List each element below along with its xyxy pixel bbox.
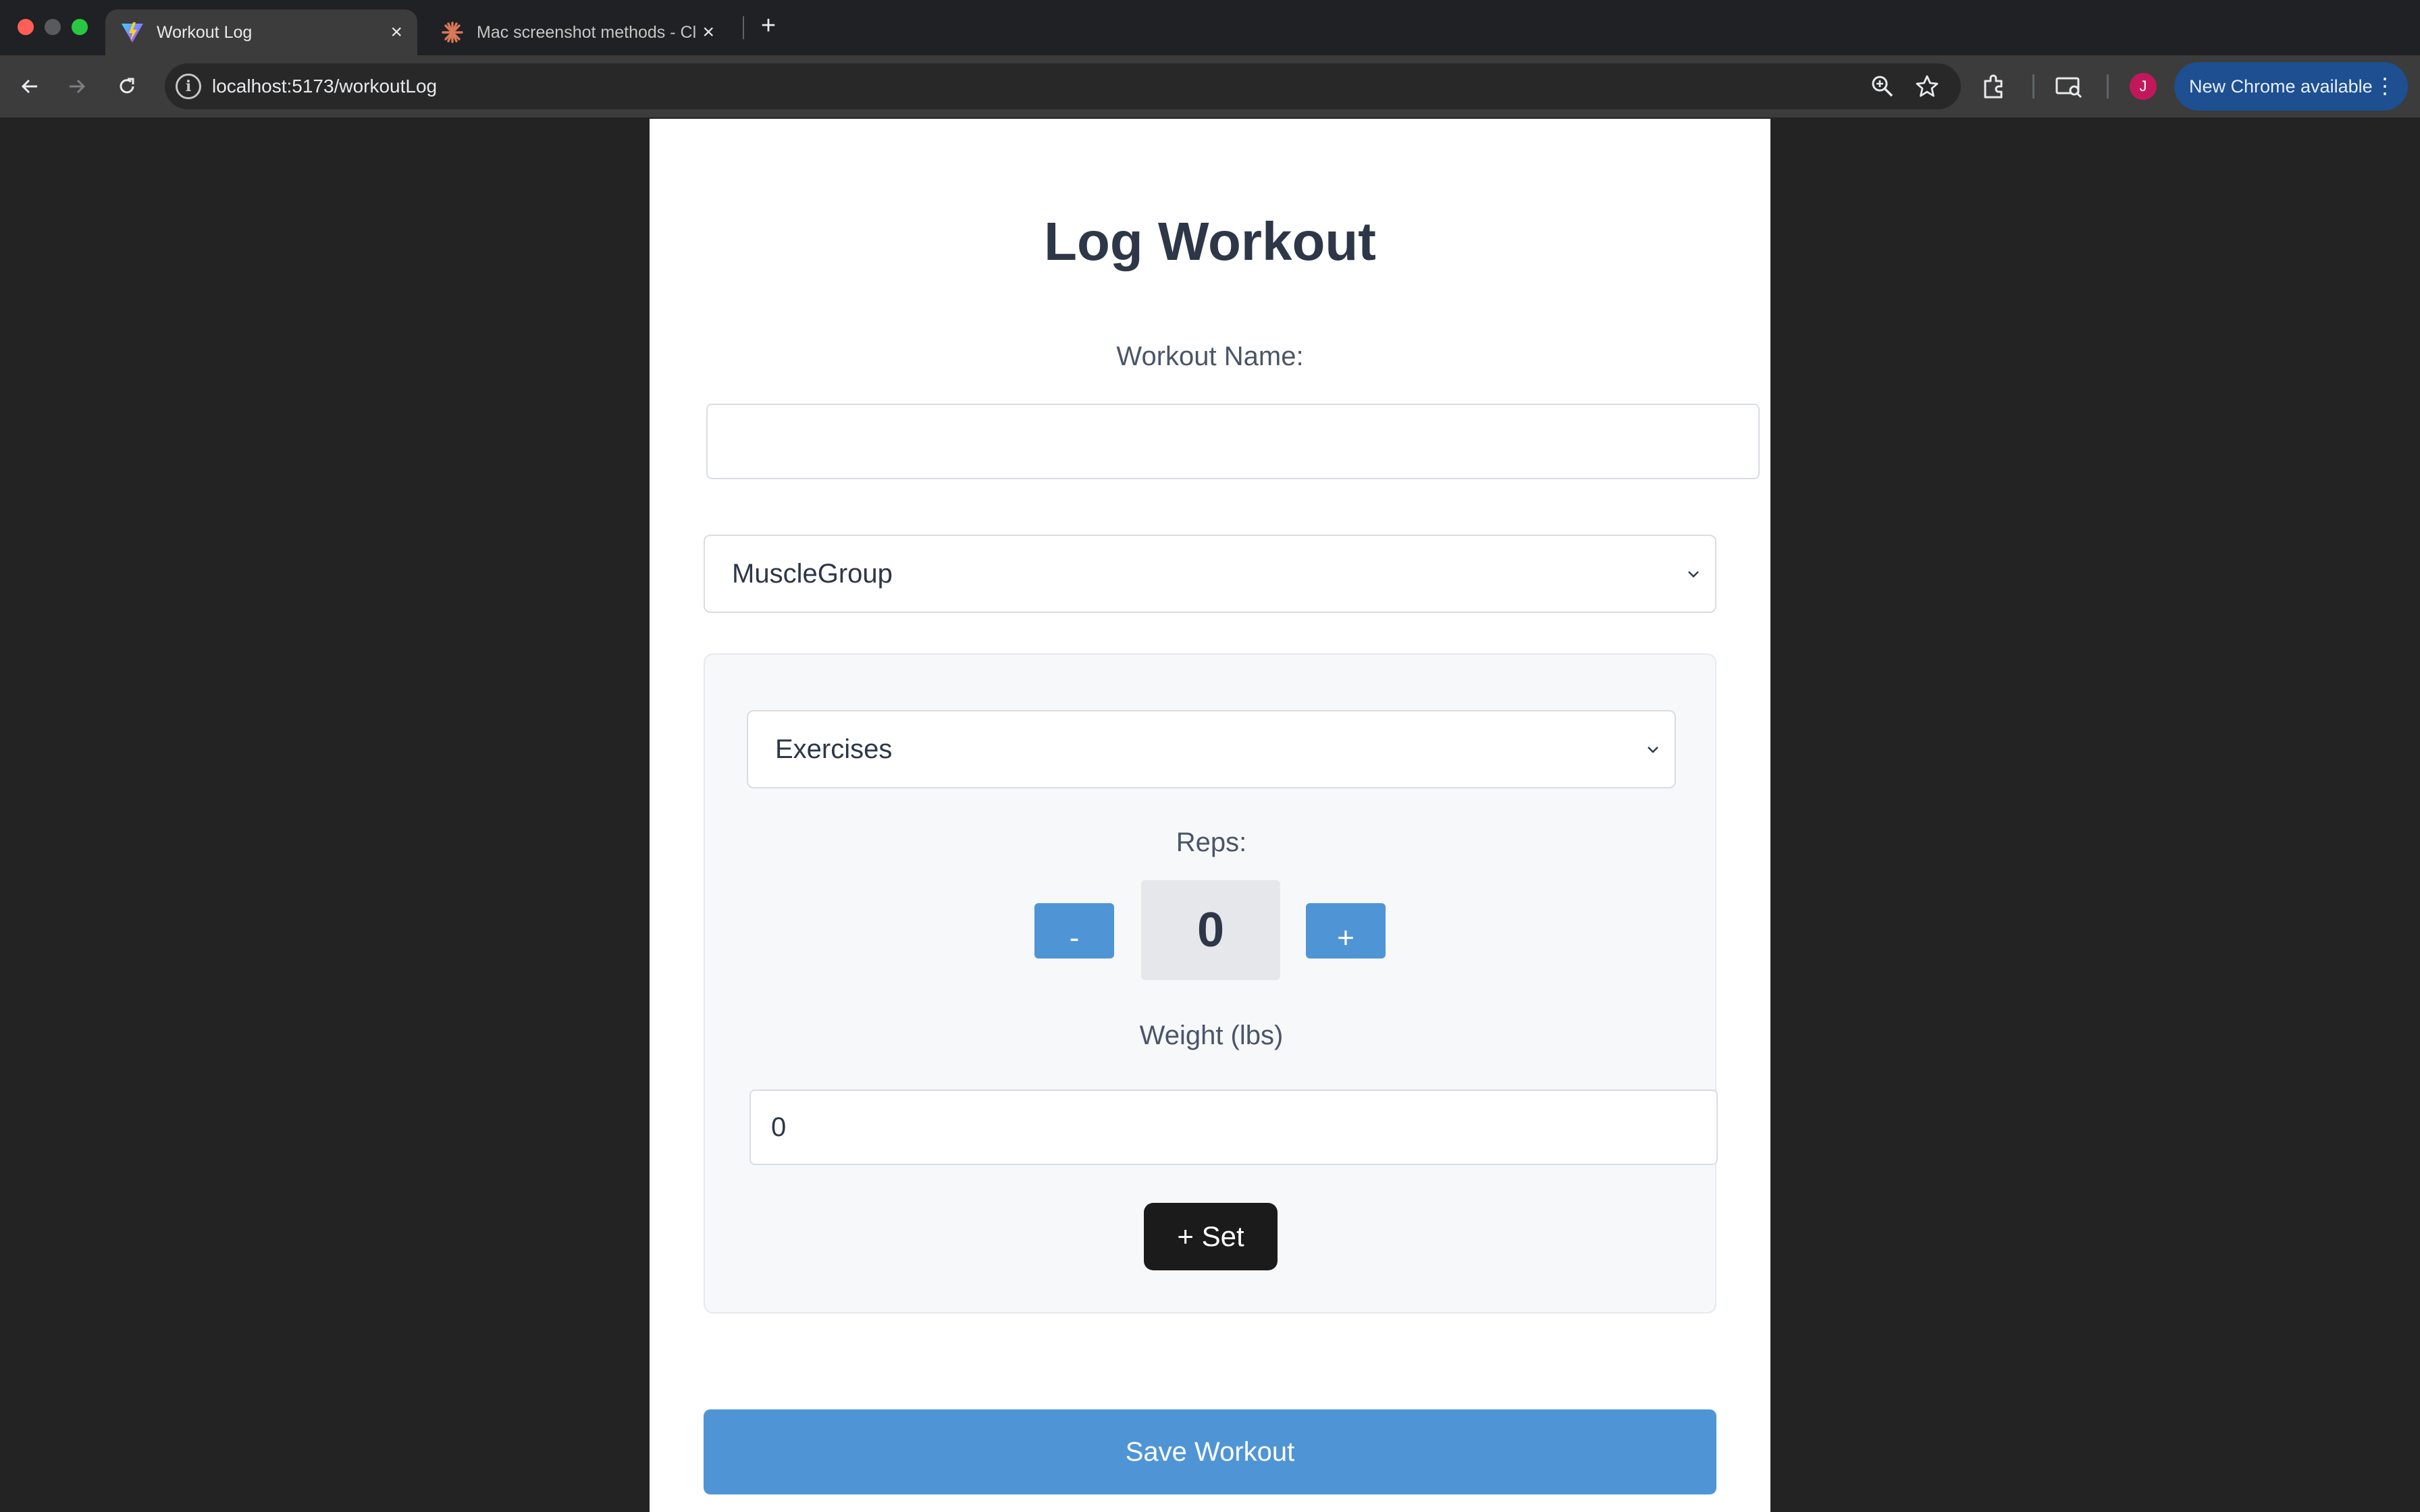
url-text[interactable]: localhost:5173/workoutLog bbox=[212, 63, 437, 109]
tab-workout-log[interactable]: Workout Log × bbox=[105, 9, 417, 55]
workout-name-input[interactable] bbox=[706, 404, 1760, 479]
minimize-window-button[interactable] bbox=[45, 19, 61, 35]
exercise-select[interactable]: Exercises bbox=[747, 710, 1676, 788]
forward-button[interactable] bbox=[59, 69, 95, 104]
new-chrome-available-button[interactable]: New Chrome available ⋮ bbox=[2174, 62, 2408, 111]
chevron-down-icon bbox=[1648, 747, 1658, 753]
save-workout-button[interactable]: Save Workout bbox=[704, 1409, 1716, 1494]
reps-label: Reps: bbox=[1176, 828, 1247, 857]
back-button[interactable] bbox=[12, 69, 47, 104]
workout-log-card: Log Workout Workout Name: MuscleGroup Ex… bbox=[650, 119, 1770, 1512]
add-set-button[interactable]: + Set bbox=[1144, 1203, 1278, 1270]
reps-decrement-button[interactable]: - bbox=[1034, 903, 1114, 959]
tab-mac-screenshot[interactable]: Mac screenshot methods - Cl × bbox=[425, 9, 729, 55]
close-window-button[interactable] bbox=[18, 19, 34, 35]
reload-icon bbox=[120, 78, 134, 94]
page-title: Log Workout bbox=[1044, 211, 1376, 271]
bookmark-star-icon[interactable] bbox=[1914, 73, 1941, 100]
exercise-selected: Exercises bbox=[775, 734, 893, 764]
muscle-group-selected: MuscleGroup bbox=[732, 558, 893, 589]
close-tab-icon[interactable]: × bbox=[390, 22, 402, 43]
toolbar-separator bbox=[2107, 74, 2109, 99]
update-button-label: New Chrome available bbox=[2189, 76, 2373, 97]
more-menu-icon[interactable]: ⋮ bbox=[2374, 62, 2396, 109]
address-bar[interactable]: i localhost:5173/workoutLog bbox=[165, 63, 1961, 109]
new-tab-button[interactable]: + bbox=[754, 11, 783, 40]
muscle-group-select[interactable]: MuscleGroup bbox=[704, 535, 1716, 613]
tab-title: Workout Log bbox=[157, 22, 253, 42]
tab-strip: Workout Log × Mac screenshot methods - C… bbox=[0, 0, 2420, 55]
workout-name-label: Workout Name: bbox=[1116, 342, 1304, 371]
search-tabs-icon[interactable] bbox=[2053, 70, 2085, 103]
close-tab-icon[interactable]: × bbox=[702, 22, 714, 43]
browser-toolbar: i localhost:5173/workoutLog J New Chrome… bbox=[0, 55, 2420, 117]
reps-value: 0 bbox=[1141, 880, 1280, 980]
maximize-window-button[interactable] bbox=[72, 19, 88, 35]
claude-logo-icon bbox=[442, 22, 463, 43]
site-info-icon[interactable]: i bbox=[176, 74, 201, 99]
chevron-down-icon bbox=[1688, 571, 1699, 578]
weight-input[interactable] bbox=[749, 1089, 1718, 1165]
vite-logo-icon bbox=[122, 22, 143, 43]
arrow-left-icon bbox=[21, 79, 37, 94]
zoom-icon[interactable] bbox=[1869, 73, 1896, 100]
extensions-icon[interactable] bbox=[1978, 70, 2011, 103]
weight-label: Weight (lbs) bbox=[1139, 1021, 1284, 1050]
exercise-panel: Exercises Reps: - 0 + Weight (lbs) + Set bbox=[704, 653, 1718, 1314]
reload-button[interactable] bbox=[109, 69, 144, 104]
tab-title: Mac screenshot methods - Cl bbox=[477, 22, 696, 42]
profile-avatar[interactable]: J bbox=[2130, 73, 2157, 100]
reps-increment-button[interactable]: + bbox=[1306, 903, 1386, 959]
tab-separator bbox=[743, 16, 744, 39]
arrow-right-icon bbox=[70, 79, 86, 94]
toolbar-separator bbox=[2032, 74, 2034, 99]
